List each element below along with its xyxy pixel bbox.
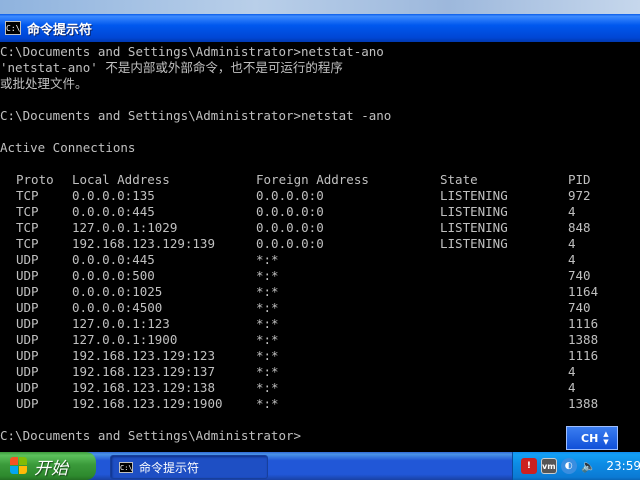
table-cell: UDP <box>16 364 39 379</box>
table-cell: 127.0.0.1:1029 <box>72 220 178 235</box>
table-cell: LISTENING <box>440 236 508 251</box>
console-prompt[interactable]: C:\Documents and Settings\Administrator> <box>0 428 301 444</box>
console-line: C:\Documents and Settings\Administrator>… <box>0 108 392 123</box>
table-cell: 740 <box>568 300 591 315</box>
table-cell: UDP <box>16 380 39 395</box>
table-cell: 192.168.123.129:1900 <box>72 396 223 411</box>
vmware-icon[interactable]: vm <box>540 458 557 474</box>
start-button[interactable]: 开始 <box>0 452 96 480</box>
table-cell: *:* <box>256 396 279 411</box>
table-cell: 192.168.123.129:139 <box>72 236 215 251</box>
window-title: 命令提示符 <box>27 22 93 38</box>
table-header: Proto <box>16 172 54 187</box>
window-titlebar[interactable]: C:\ 命令提示符 <box>0 14 640 42</box>
table-cell: *:* <box>256 332 279 347</box>
table-header: Local Address <box>72 172 170 187</box>
table-cell: 0.0.0.0:0 <box>256 188 324 203</box>
console-line: C:\Documents and Settings\Administrator>… <box>0 44 384 59</box>
table-cell: 0.0.0.0:445 <box>72 252 155 267</box>
taskbar-button-label: 命令提示符 <box>139 460 200 475</box>
console-output[interactable]: C:\Documents and Settings\Administrator>… <box>0 42 640 452</box>
language-options-icon[interactable]: ▲ ▼ <box>603 430 608 446</box>
command-prompt-window: C:\ 命令提示符 C:\Documents and Settings\Admi… <box>0 0 640 452</box>
table-cell: UDP <box>16 396 39 411</box>
taskbar: 开始 C:\ 命令提示符 ! vm ◐ 🔈 23:59 <box>0 452 640 480</box>
console-line: 或批处理文件。 <box>0 76 88 91</box>
clock[interactable]: 23:59 <box>606 459 640 473</box>
table-cell: *:* <box>256 364 279 379</box>
table-cell: UDP <box>16 252 39 267</box>
table-cell: UDP <box>16 332 39 347</box>
table-cell: 848 <box>568 220 591 235</box>
start-label: 开始 <box>34 458 68 479</box>
console-line: 'netstat-ano' 不是内部或外部命令，也不是可运行的程序 <box>0 60 343 75</box>
table-cell: *:* <box>256 284 279 299</box>
table-cell: 1388 <box>568 396 599 411</box>
table-cell: UDP <box>16 268 39 283</box>
table-header: PID <box>568 172 591 187</box>
table-cell: 192.168.123.129:137 <box>72 364 215 379</box>
table-cell: 0.0.0.0:135 <box>72 188 155 203</box>
table-cell: 0.0.0.0:1025 <box>72 284 163 299</box>
cmd-icon: C:\ <box>119 461 133 473</box>
table-cell: 0.0.0.0:4500 <box>72 300 163 315</box>
table-cell: 127.0.0.1:1900 <box>72 332 178 347</box>
table-cell: 0.0.0.0:0 <box>256 204 324 219</box>
windows-logo-icon <box>10 457 28 475</box>
network-icon[interactable]: ◐ <box>560 458 577 474</box>
table-header: Foreign Address <box>256 172 369 187</box>
table-cell: *:* <box>256 268 279 283</box>
table-header: State <box>440 172 478 187</box>
table-cell: *:* <box>256 300 279 315</box>
table-cell: 0.0.0.0:0 <box>256 236 324 251</box>
table-cell: 1388 <box>568 332 599 347</box>
table-cell: 4 <box>568 204 576 219</box>
table-cell: 127.0.0.1:123 <box>72 316 170 331</box>
table-cell: LISTENING <box>440 220 508 235</box>
cmd-icon[interactable]: C:\ <box>5 21 21 35</box>
table-cell: UDP <box>16 284 39 299</box>
table-cell: LISTENING <box>440 204 508 219</box>
language-indicator[interactable]: CH <box>581 432 598 445</box>
table-cell: *:* <box>256 252 279 267</box>
table-cell: 4 <box>568 252 576 267</box>
table-cell: 4 <box>568 364 576 379</box>
table-cell: 192.168.123.129:123 <box>72 348 215 363</box>
language-bar[interactable]: CH ▲ ▼ <box>566 426 618 450</box>
table-cell: 4 <box>568 380 576 395</box>
taskbar-button-command-prompt[interactable]: C:\ 命令提示符 <box>110 455 268 479</box>
table-cell: TCP <box>16 204 39 219</box>
table-cell: TCP <box>16 220 39 235</box>
table-cell: *:* <box>256 348 279 363</box>
console-line: Active Connections <box>0 140 136 155</box>
table-cell: TCP <box>16 188 39 203</box>
table-cell: *:* <box>256 380 279 395</box>
desktop-strip <box>0 0 640 14</box>
shield-icon[interactable]: ! <box>521 458 537 474</box>
table-cell: UDP <box>16 316 39 331</box>
table-cell: 192.168.123.129:138 <box>72 380 215 395</box>
system-tray: ! vm ◐ 🔈 23:59 <box>512 452 640 480</box>
table-cell: TCP <box>16 236 39 251</box>
table-cell: 0.0.0.0:500 <box>72 268 155 283</box>
table-cell: *:* <box>256 316 279 331</box>
table-cell: LISTENING <box>440 188 508 203</box>
table-cell: 740 <box>568 268 591 283</box>
table-cell: 1116 <box>568 316 599 331</box>
table-cell: 1164 <box>568 284 599 299</box>
table-cell: 1116 <box>568 348 599 363</box>
sound-icon[interactable]: 🔈 <box>581 458 597 474</box>
table-cell: 0.0.0.0:0 <box>256 220 324 235</box>
table-cell: 972 <box>568 188 591 203</box>
table-cell: UDP <box>16 300 39 315</box>
table-cell: 4 <box>568 236 576 251</box>
table-cell: 0.0.0.0:445 <box>72 204 155 219</box>
table-cell: UDP <box>16 348 39 363</box>
